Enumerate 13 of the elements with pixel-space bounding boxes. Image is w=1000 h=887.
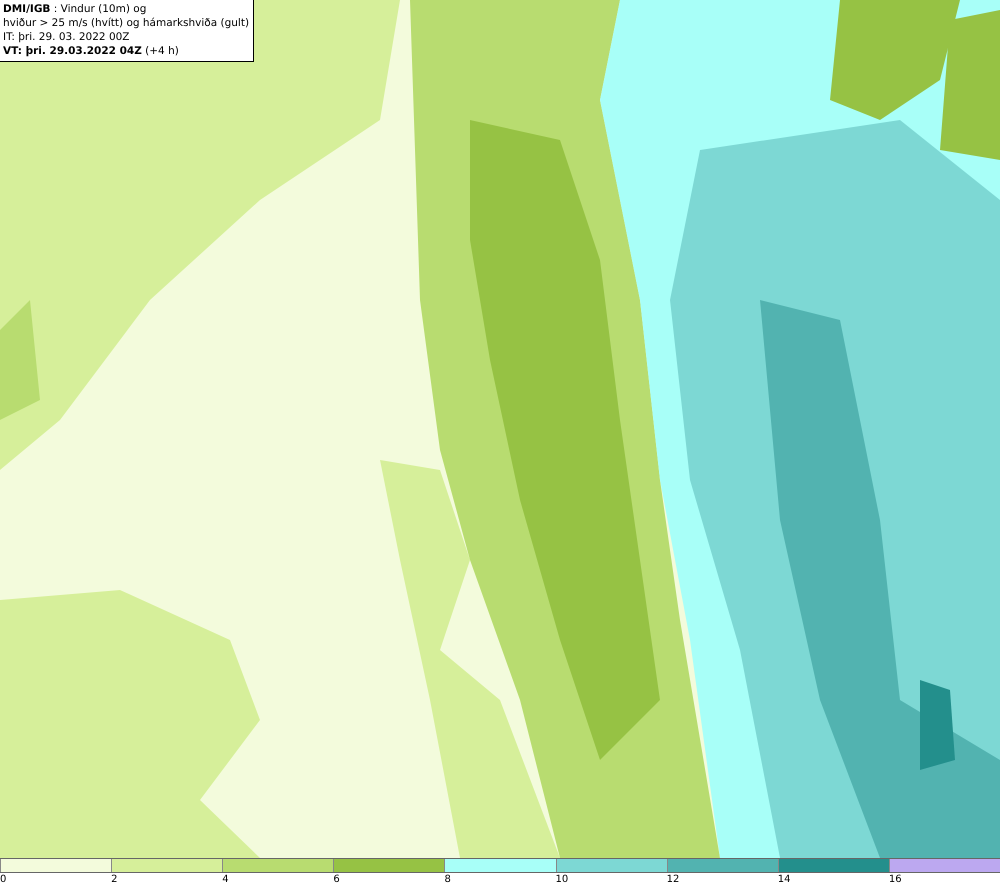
legend-label: 12 xyxy=(666,874,680,885)
legend-label: 6 xyxy=(333,874,340,885)
title-text: VT: þri. 29.03.2022 04Z (+4 h) xyxy=(3,44,180,58)
legend-label: 10 xyxy=(556,874,568,885)
legend-label: 0 xyxy=(0,874,6,885)
legend-label: 2 xyxy=(111,874,118,885)
legend-label: 4 xyxy=(222,874,229,885)
title-text: DMI/IGB : Vindur (10m) og xyxy=(3,2,148,16)
legend-label: 14 xyxy=(778,874,790,885)
legend-label: 8 xyxy=(444,874,451,885)
title-text: IT: þri. 29. 03. 2022 00Z xyxy=(3,30,130,44)
legend-label: 16 xyxy=(888,874,902,885)
title-text: hviður > 25 m/s (hvítt) og hámarkshviða (gult) xyxy=(3,16,250,30)
